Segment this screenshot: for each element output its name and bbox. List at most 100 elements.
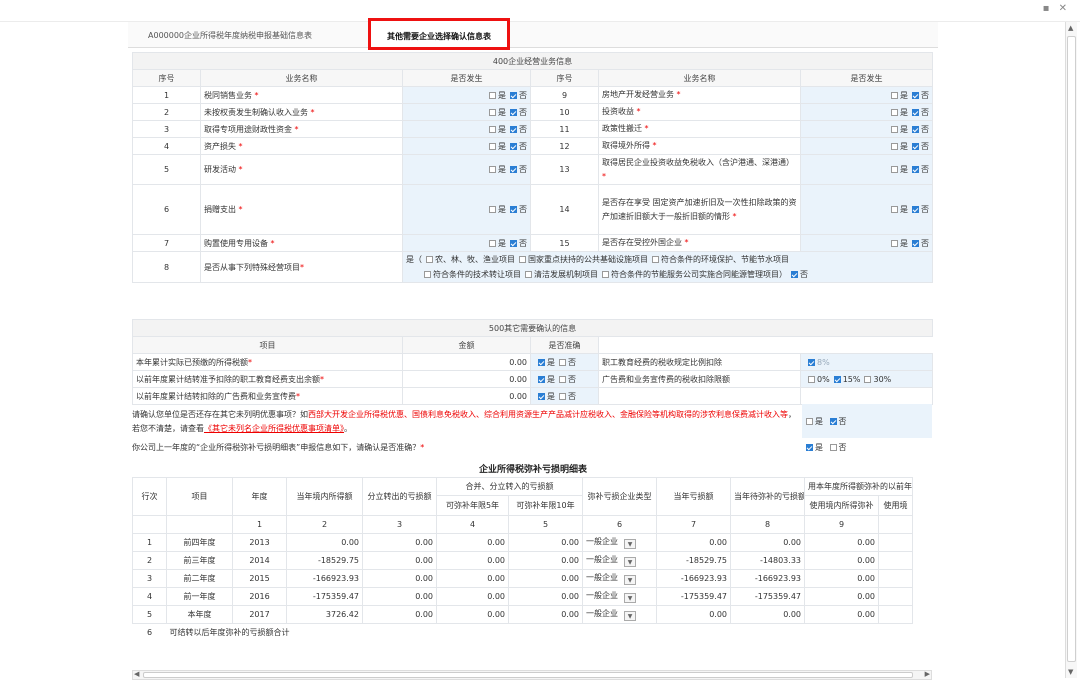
merge-10yr-value: 0.00 [508, 533, 583, 552]
no-checkbox[interactable] [791, 271, 798, 278]
scroll-up-icon[interactable]: ▲ [1068, 24, 1073, 32]
ratio-label: 8% [817, 357, 830, 367]
used-domestic-value: 0.00 [804, 551, 879, 570]
used-domestic-value: 0.00 [804, 533, 879, 552]
no-label: 否 [519, 141, 527, 151]
no-checkbox[interactable] [510, 206, 517, 213]
no-checkbox[interactable] [912, 125, 920, 133]
yes-checkbox[interactable] [489, 239, 496, 247]
chevron-down-icon[interactable]: ▼ [624, 557, 636, 567]
no-checkbox[interactable] [510, 125, 517, 133]
ratio-checkbox[interactable] [808, 375, 815, 383]
period-label: 前四年度 [166, 533, 233, 552]
no-checkbox[interactable] [912, 142, 920, 150]
yes-checkbox[interactable] [891, 125, 899, 133]
yes-checkbox[interactable] [891, 91, 899, 99]
yes-checkbox[interactable] [891, 239, 899, 247]
occurred-choice: 是否 [402, 86, 531, 104]
scroll-right-icon[interactable]: ▶ [925, 670, 930, 678]
occurred-choice: 是否 [402, 234, 531, 252]
no-checkbox[interactable] [559, 358, 566, 366]
no-label: 否 [568, 374, 576, 384]
occurred-choice: 是否 [799, 184, 934, 235]
no-checkbox[interactable] [510, 108, 517, 116]
period-label: 前二年度 [166, 569, 233, 588]
tab-basic-info[interactable]: A000000企业所得税年度纳税申报基础信息表 [148, 30, 312, 41]
special-item-checkbox[interactable] [519, 256, 526, 263]
tab-bar: A000000企业所得税年度纳税申报基础信息表 其他需要企业选择确认信息表 [128, 18, 938, 50]
yes-checkbox[interactable] [806, 444, 813, 451]
no-checkbox[interactable] [510, 166, 517, 173]
special-item-checkbox[interactable] [602, 271, 609, 278]
no-checkbox[interactable] [912, 206, 920, 213]
yes-checkbox[interactable] [538, 375, 545, 383]
no-checkbox[interactable] [912, 239, 920, 247]
no-checkbox[interactable] [912, 166, 920, 173]
no-checkbox[interactable] [912, 108, 920, 116]
row-number: 4 [132, 137, 201, 155]
yes-checkbox[interactable] [891, 206, 899, 213]
enterprise-type-select[interactable]: 一般企业 ▼ [582, 533, 657, 552]
no-checkbox[interactable] [510, 91, 517, 99]
preference-list-link[interactable]: 《其它未列名企业所得税优惠事项清单》 [204, 424, 344, 433]
yes-checkbox[interactable] [489, 166, 496, 173]
enterprise-type-select[interactable]: 一般企业 ▼ [582, 587, 657, 606]
yes-label: 是 [900, 124, 909, 134]
yes-checkbox[interactable] [891, 108, 899, 116]
occurred-choice: 是否 [402, 137, 531, 155]
yes-checkbox[interactable] [489, 142, 496, 150]
amount-value: 0.00 [402, 370, 531, 388]
vertical-scrollbar[interactable]: ▲ ▼ [1065, 22, 1077, 678]
chevron-down-icon[interactable]: ▼ [624, 593, 636, 603]
yes-checkbox[interactable] [891, 166, 899, 173]
other-confirm-table: 500其它需要确认的信息 项目 金额 是否准确 本年累计实际已预缴的所得税额* 0… [131, 319, 934, 405]
yes-checkbox[interactable] [806, 418, 813, 425]
no-checkbox[interactable] [510, 142, 517, 150]
window-controls[interactable]: ▪ ✕ [1043, 3, 1070, 14]
no-label: 否 [519, 107, 527, 117]
hscroll-thumb[interactable] [143, 672, 913, 678]
enterprise-type-select[interactable]: 一般企业 ▼ [582, 605, 657, 624]
yes-checkbox[interactable] [489, 108, 496, 116]
no-checkbox[interactable] [829, 418, 837, 425]
no-checkbox[interactable] [559, 392, 566, 400]
special-item-checkbox[interactable] [424, 271, 431, 278]
year-value: 2017 [232, 605, 287, 624]
no-label: 否 [519, 238, 527, 248]
horizontal-scrollbar[interactable]: ◀ ▶ [132, 670, 932, 680]
col-header: 当年境内所得额 [286, 477, 363, 516]
chevron-down-icon[interactable]: ▼ [624, 575, 636, 585]
scroll-down-icon[interactable]: ▼ [1068, 668, 1073, 676]
ratio-checkbox[interactable] [808, 358, 815, 366]
chevron-down-icon[interactable]: ▼ [624, 611, 636, 621]
ratio-checkbox[interactable] [833, 375, 841, 383]
row-number: 7 [132, 234, 201, 252]
merge-5yr-value: 0.00 [436, 533, 509, 552]
enterprise-type-select[interactable]: 一般企业 ▼ [582, 551, 657, 570]
no-checkbox[interactable] [559, 375, 566, 383]
no-label: 否 [519, 165, 527, 174]
enterprise-type-select[interactable]: 一般企业 ▼ [582, 569, 657, 588]
column-number: 9 [804, 515, 879, 534]
chevron-down-icon[interactable]: ▼ [624, 539, 636, 549]
special-item-checkbox[interactable] [525, 271, 532, 278]
yes-checkbox[interactable] [489, 206, 496, 213]
yes-checkbox[interactable] [538, 358, 545, 366]
merge-5yr-value: 0.00 [436, 587, 509, 606]
scrollbar-thumb[interactable] [1067, 36, 1076, 662]
yes-checkbox[interactable] [891, 142, 899, 150]
business-name: 取得专项用途财政性资金 * [200, 120, 403, 138]
special-item-checkbox[interactable] [652, 256, 659, 263]
special-item-checkbox[interactable] [426, 256, 433, 263]
ratio-checkbox[interactable] [864, 375, 872, 383]
tab-other-confirm-info[interactable]: 其他需要企业选择确认信息表 [368, 18, 510, 50]
no-checkbox[interactable] [912, 91, 920, 99]
section-500-title: 500其它需要确认的信息 [131, 319, 934, 337]
no-checkbox[interactable] [510, 239, 517, 247]
no-checkbox[interactable] [829, 444, 837, 451]
scroll-left-icon[interactable]: ◀ [134, 670, 139, 678]
yes-checkbox[interactable] [489, 91, 496, 99]
yes-checkbox[interactable] [489, 125, 496, 133]
yes-checkbox[interactable] [538, 392, 545, 400]
no-label: 否 [519, 124, 527, 134]
